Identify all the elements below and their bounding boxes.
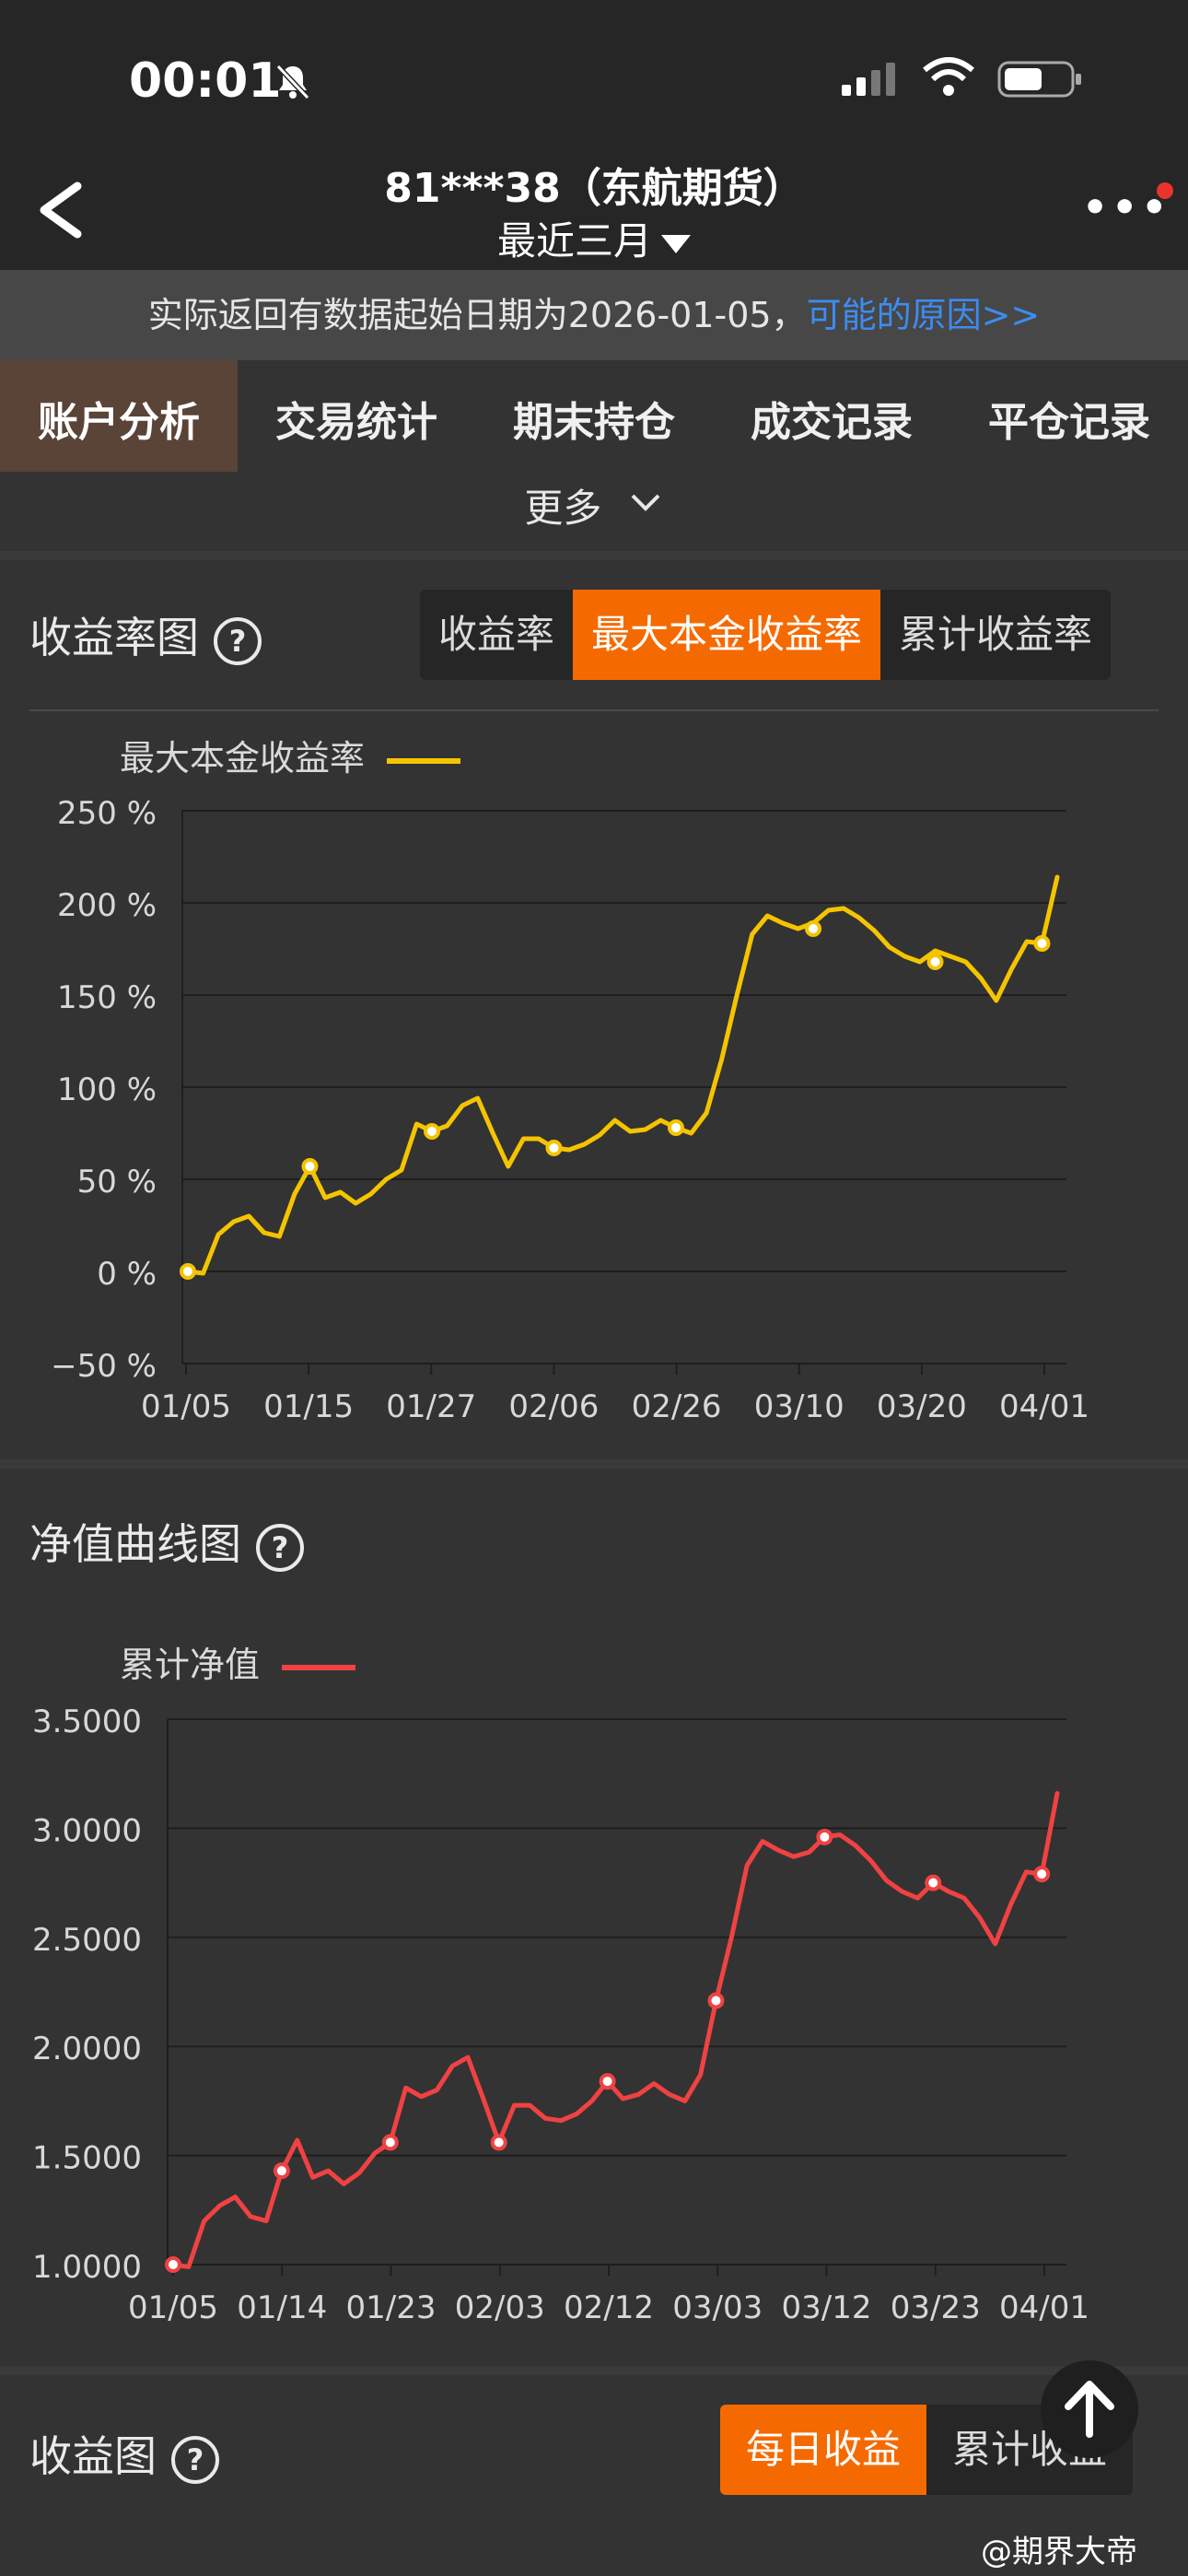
net-value-chart-legend: 累计净值 [120, 1636, 356, 1687]
notice-text: 实际返回有数据起始日期为2026-01-05， [147, 295, 807, 335]
battery-icon [997, 61, 1081, 98]
segment-cumulative-return[interactable]: 累计收益率 [880, 590, 1111, 680]
tab-trade-stats[interactable]: 交易统计 [238, 360, 475, 486]
tab-account-analysis[interactable]: 账户分析 [0, 360, 238, 486]
data-point-marker [381, 2134, 399, 2151]
x-tick-label: 03/03 [672, 2289, 763, 2326]
possible-reason-link[interactable]: 可能的原因>> [807, 295, 1041, 335]
data-start-notice: 实际返回有数据起始日期为2026-01-05，可能的原因>> [0, 270, 1188, 360]
data-point-marker [1033, 1866, 1051, 1883]
x-tick-label: 03/20 [877, 1388, 967, 1425]
x-tick-label: 02/03 [455, 2289, 545, 2326]
x-tick-label: 04/01 [999, 2289, 1089, 2326]
net-value-chart: 3.5000 3.0000 2.5000 2.0000 1.5000 1.000001/0… [32, 1704, 1089, 2326]
x-tick-label: 01/27 [386, 1388, 476, 1425]
legend-label: 最大本金收益率 [120, 738, 366, 779]
status-time: 00:01 [129, 53, 282, 109]
analysis-tabs: 账户分析 交易统计 期末持仓 成交记录 平仓记录 [0, 360, 1188, 486]
data-point-marker [165, 2256, 181, 2273]
series-line [170, 1791, 1060, 2269]
y-tick-label: 3.5000 [32, 1704, 142, 1740]
y-tick-label: −50 % [51, 1348, 157, 1385]
y-tick-label: 50 % [77, 1164, 157, 1200]
x-tick-label: 04/01 [999, 1388, 1089, 1425]
status-bar: 00:01 [0, 0, 1188, 152]
data-point-marker [490, 2134, 507, 2151]
profit-chart-title: 收益图 [29, 2431, 157, 2481]
help-icon[interactable]: ? [214, 616, 262, 665]
return-rate-chart: 250 % 200 % 150 % 100 % 50 % 0 % −50 %01/05 01/… [51, 795, 1089, 1425]
x-tick-label: 02/12 [564, 2289, 654, 2326]
help-icon[interactable]: ? [171, 2435, 219, 2484]
x-tick-label: 01/05 [128, 2289, 218, 2326]
series-line [185, 874, 1060, 1276]
tab-trade-records[interactable]: 成交记录 [713, 360, 950, 486]
y-tick-label: 250 % [57, 795, 157, 832]
more-tabs-toggle[interactable]: 更多 [0, 472, 1188, 551]
silent-bell-icon [275, 64, 310, 100]
return-type-segmented-control: 收益率 最大本金收益率 累计收益率 [420, 590, 1112, 680]
wifi-icon [923, 57, 974, 96]
more-label: 更多 [524, 486, 602, 531]
account-title: 81***38（东航期货） [384, 165, 804, 212]
net-value-chart-title: 净值曲线图 [29, 1519, 241, 1569]
data-point-marker [599, 2073, 616, 2090]
y-tick-label: 2.5000 [32, 1922, 142, 1959]
data-point-marker [1033, 935, 1051, 952]
y-tick-label: 150 % [57, 979, 157, 1016]
net-value-chart-heading: 净值曲线图? [29, 1511, 304, 1572]
y-tick-label: 2.0000 [32, 2031, 142, 2067]
data-point-marker [925, 1874, 942, 1891]
scroll-to-top-button[interactable] [1041, 2360, 1138, 2458]
chevron-down-icon [631, 494, 660, 511]
segment-daily-profit[interactable]: 每日收益 [720, 2405, 927, 2495]
data-point-marker [545, 1140, 563, 1156]
x-tick-label: 01/05 [141, 1388, 231, 1425]
data-point-marker [180, 1263, 196, 1280]
tab-closing-records[interactable]: 平仓记录 [950, 360, 1188, 486]
data-point-marker [816, 1828, 833, 1845]
watermark: @期界大帝 [981, 2534, 1137, 2570]
return-chart-title: 收益率图 [29, 613, 199, 662]
data-point-marker [707, 1992, 725, 2009]
legend-swatch [387, 757, 461, 764]
return-chart-legend: 最大本金收益率 [120, 730, 461, 780]
x-tick-label: 03/10 [754, 1388, 844, 1425]
notification-dot [1157, 182, 1173, 199]
cellular-signal-icon [842, 63, 895, 96]
y-tick-label: 3.0000 [32, 1812, 142, 1849]
y-tick-label: 1.0000 [32, 2249, 142, 2286]
data-point-marker [423, 1123, 440, 1140]
y-tick-label: 0 % [97, 1256, 157, 1293]
return-chart-heading: 收益率图? [29, 604, 262, 665]
legend-label: 累计净值 [120, 1645, 261, 1685]
x-tick-label: 02/06 [508, 1388, 599, 1425]
legend-swatch [282, 1664, 356, 1670]
segment-return[interactable]: 收益率 [420, 590, 573, 680]
data-point-marker [301, 1158, 319, 1175]
segment-max-principal-return[interactable]: 最大本金收益率 [573, 590, 881, 680]
period-selector[interactable]: 最近三月 [0, 210, 1188, 266]
data-point-marker [926, 954, 944, 970]
card-divider [29, 709, 1159, 711]
x-tick-label: 03/12 [782, 2289, 872, 2326]
x-tick-label: 01/14 [237, 2289, 327, 2326]
data-point-marker [667, 1119, 684, 1136]
caret-down-icon [661, 234, 691, 253]
data-point-marker [805, 920, 822, 937]
x-tick-label: 03/23 [891, 2289, 981, 2326]
y-tick-label: 1.5000 [32, 2140, 142, 2177]
profit-chart-heading: 收益图? [29, 2423, 219, 2484]
help-icon[interactable]: ? [256, 1523, 304, 1572]
x-tick-label: 02/26 [632, 1388, 722, 1425]
x-tick-label: 01/23 [346, 2289, 437, 2326]
y-tick-label: 200 % [57, 887, 157, 924]
x-tick-label: 01/15 [263, 1388, 354, 1425]
y-tick-label: 100 % [57, 1071, 157, 1108]
tab-ending-positions[interactable]: 期末持仓 [475, 360, 713, 486]
data-point-marker [273, 2162, 290, 2180]
period-label: 最近三月 [496, 218, 652, 263]
